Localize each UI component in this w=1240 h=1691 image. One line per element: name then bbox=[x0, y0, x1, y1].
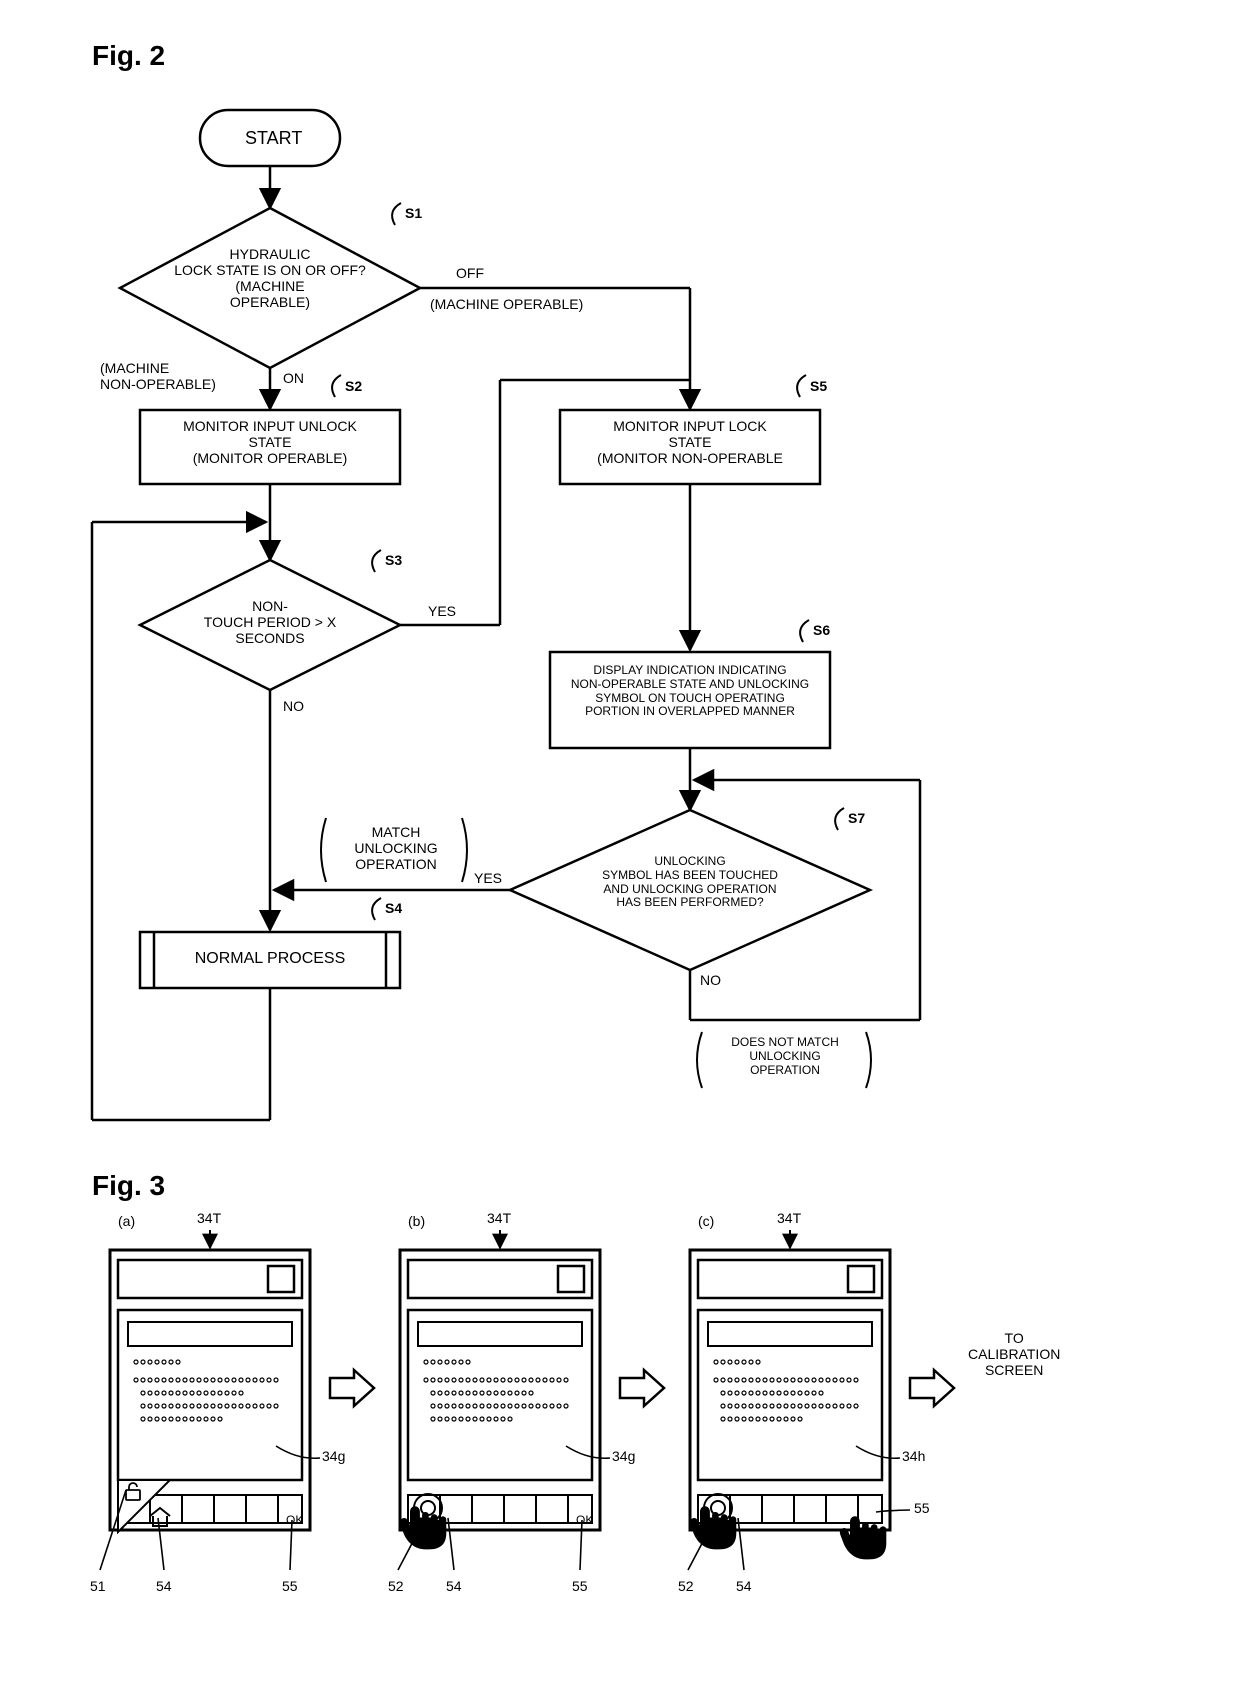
fig3-canvas: OK OK bbox=[0, 1160, 1240, 1680]
s7-line4: HAS BEEN PERFORMED? bbox=[616, 895, 763, 909]
s7-yes-note: MATCH UNLOCKING OPERATION bbox=[336, 824, 456, 872]
s7-yes: YES bbox=[474, 870, 502, 886]
s1-off: OFF bbox=[456, 265, 484, 281]
s1-on: ON bbox=[283, 370, 304, 386]
ref-52-b: 52 bbox=[388, 1578, 404, 1594]
panel-b-label: (b) bbox=[408, 1213, 425, 1229]
to-calibration-label: TO CALIBRATION SCREEN bbox=[968, 1330, 1060, 1378]
panel-c-label: (c) bbox=[698, 1213, 714, 1229]
s3-no: NO bbox=[283, 698, 304, 714]
ref-54-b: 54 bbox=[446, 1578, 462, 1594]
s1-text: HYDRAULIC LOCK STATE IS ON OR OFF? (MACH… bbox=[170, 246, 370, 310]
ref-34T-b: 34T bbox=[487, 1210, 511, 1226]
s6-text: DISPLAY INDICATION INDICATING NON-OPERAB… bbox=[556, 664, 824, 719]
s6-tag: S6 bbox=[813, 622, 830, 638]
svg-text:OK: OK bbox=[576, 1513, 593, 1527]
s2-text: MONITOR INPUT UNLOCK STATE (MONITOR OPER… bbox=[150, 418, 390, 466]
s5-tag: S5 bbox=[810, 378, 827, 394]
s7-no: NO bbox=[700, 972, 721, 988]
panel-a-label: (a) bbox=[118, 1213, 135, 1229]
s3-line2: TOUCH PERIOD > X bbox=[204, 614, 336, 630]
s1-line1: HYDRAULIC bbox=[230, 246, 311, 262]
ref-34h-c: 34h bbox=[902, 1448, 925, 1464]
s1-on-note: (MACHINE NON-OPERABLE) bbox=[100, 360, 216, 392]
start-node: START bbox=[245, 128, 302, 149]
s7-text: UNLOCKING SYMBOL HAS BEEN TOUCHED AND UN… bbox=[590, 855, 790, 910]
s4-tag: S4 bbox=[385, 900, 402, 916]
ref-54-a: 54 bbox=[156, 1578, 172, 1594]
s7-line3: AND UNLOCKING OPERATION bbox=[603, 882, 776, 896]
s7-line2: SYMBOL HAS BEEN TOUCHED bbox=[602, 868, 778, 882]
s3-text: NON- TOUCH PERIOD > X SECONDS bbox=[180, 598, 360, 646]
s1-line3: (MACHINE bbox=[235, 278, 304, 294]
s1-off-note: (MACHINE OPERABLE) bbox=[430, 296, 583, 312]
s3-line3: SECONDS bbox=[235, 630, 304, 646]
s1-tag: S1 bbox=[405, 205, 422, 221]
s2-tag: S2 bbox=[345, 378, 362, 394]
s5-text: MONITOR INPUT LOCK STATE (MONITOR NON-OP… bbox=[568, 418, 812, 466]
s4-text: NORMAL PROCESS bbox=[165, 950, 375, 968]
ref-55-b: 55 bbox=[572, 1578, 588, 1594]
ref-51-a: 51 bbox=[90, 1578, 106, 1594]
ref-52-c: 52 bbox=[678, 1578, 694, 1594]
s7-no-note: DOES NOT MATCH UNLOCKING OPERATION bbox=[710, 1036, 860, 1077]
s3-line1: NON- bbox=[252, 598, 288, 614]
s7-line1: UNLOCKING bbox=[654, 854, 725, 868]
ref-34T-a: 34T bbox=[197, 1210, 221, 1226]
s3-tag: S3 bbox=[385, 552, 402, 568]
s3-yes: YES bbox=[428, 603, 456, 619]
ref-34g-b: 34g bbox=[612, 1448, 635, 1464]
s7-tag: S7 bbox=[848, 810, 865, 826]
s1-line4: OPERABLE) bbox=[230, 294, 310, 310]
ref-55-a: 55 bbox=[282, 1578, 298, 1594]
ref-55-c: 55 bbox=[914, 1500, 930, 1516]
flowchart-canvas bbox=[0, 0, 1240, 1160]
s1-line2: LOCK STATE IS ON OR OFF? bbox=[174, 262, 366, 278]
ref-34T-c: 34T bbox=[777, 1210, 801, 1226]
svg-text:OK: OK bbox=[286, 1513, 303, 1527]
ref-34g-a: 34g bbox=[322, 1448, 345, 1464]
ref-54-c: 54 bbox=[736, 1578, 752, 1594]
